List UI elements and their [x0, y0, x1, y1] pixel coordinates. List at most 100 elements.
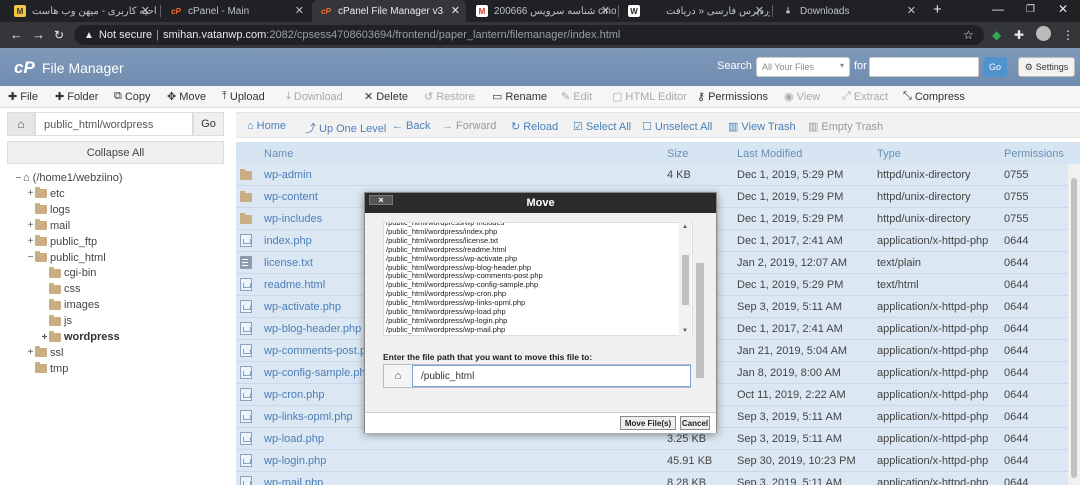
expand-icon[interactable]: + — [26, 220, 35, 231]
expand-icon[interactable]: + — [26, 347, 35, 358]
search-scope-select[interactable]: All Your Files ▾ — [756, 57, 850, 77]
close-icon[interactable]: ✕ — [295, 4, 304, 17]
browser-tab-1[interactable]: M ناحیه کاربری - میهن وب هاست ✕ — [6, 0, 156, 22]
list-scrollbar-thumb[interactable] — [682, 255, 689, 305]
close-window-icon[interactable]: ✕ — [1058, 2, 1068, 16]
cell-name[interactable]: wp-mail.php — [264, 477, 323, 485]
forward-arrow-icon[interactable]: → — [32, 27, 45, 42]
expand-icon[interactable]: + — [40, 332, 49, 343]
move-button[interactable]: ✥ Move — [167, 90, 206, 104]
empty-trash-button[interactable]: ▥ Empty Trash — [808, 120, 883, 133]
restore-button[interactable]: ↺ Restore — [424, 90, 475, 104]
star-icon[interactable]: ☆ — [963, 28, 974, 42]
scroll-down-icon[interactable]: ▼ — [682, 328, 688, 334]
collapse-icon[interactable]: − — [26, 252, 35, 263]
new-folder-button[interactable]: ✚ Folder — [55, 90, 98, 104]
unselect-all-button[interactable]: ☐ Unselect All — [642, 120, 712, 133]
collapse-all-button[interactable]: Collapse All — [7, 141, 224, 164]
tree-node[interactable]: logs — [26, 203, 70, 216]
column-header-size[interactable]: Size — [667, 148, 688, 160]
extension-icon[interactable]: ◆ — [992, 28, 1001, 42]
home-icon[interactable]: ⌂ — [7, 112, 35, 136]
tree-node[interactable]: + etc — [26, 187, 65, 200]
tree-node[interactable]: images — [40, 298, 99, 311]
download-button[interactable]: ⤓ Download — [286, 90, 343, 103]
up-one-level-button[interactable]: ⤴ Up One Level — [305, 120, 386, 136]
table-row[interactable]: wp-login.php 45.91 KB Sep 30, 2019, 10:23 … — [236, 450, 1080, 472]
browser-tab-active[interactable]: cP cPanel File Manager v3 ✕ — [312, 0, 466, 22]
cell-name[interactable]: wp-admin — [264, 169, 312, 181]
cell-name[interactable]: wp-content — [264, 191, 318, 203]
table-row[interactable]: wp-mail.php 8.28 KB Sep 3, 2019, 5:11 AM ap… — [236, 472, 1080, 485]
view-button[interactable]: ◉ View — [784, 90, 820, 104]
cell-name[interactable]: wp-load.php — [264, 433, 324, 445]
tree-node[interactable]: + mail — [26, 219, 70, 232]
upload-button[interactable]: ⤒ Upload — [222, 90, 265, 103]
column-header-name[interactable]: Name — [264, 148, 293, 160]
html-editor-button[interactable]: ▢ HTML Editor — [612, 90, 687, 104]
column-header-type[interactable]: Type — [877, 148, 901, 160]
page-scrollbar-thumb[interactable] — [1071, 178, 1077, 478]
cancel-button[interactable]: Cancel — [680, 416, 710, 430]
browser-tab-6[interactable]: ⤓ Downloads ✕ — [774, 0, 922, 22]
move-files-button[interactable]: Move File(s) — [620, 416, 676, 430]
tree-node[interactable]: + public_ftp — [26, 235, 97, 248]
browser-tab-5[interactable]: W وردپرس فارسی « دریافت ✕ — [620, 0, 770, 22]
tree-node[interactable]: js — [40, 314, 72, 327]
cell-name[interactable]: index.php — [264, 235, 312, 247]
avatar[interactable] — [1036, 26, 1051, 41]
reload-button[interactable]: ↻ Reload — [511, 120, 558, 133]
view-trash-button[interactable]: ▥ View Trash — [728, 120, 796, 133]
minimize-icon[interactable]: — — [992, 2, 1004, 16]
back-button[interactable]: ← Back — [392, 120, 430, 132]
scroll-up-icon[interactable]: ▲ — [682, 224, 688, 230]
cell-name[interactable]: wp-activate.php — [264, 301, 341, 313]
tree-node[interactable]: + wordpress — [40, 330, 120, 343]
browser-tab-2[interactable]: cP cPanel - Main ✕ — [162, 0, 310, 22]
expand-icon[interactable]: + — [26, 236, 35, 247]
destination-path-input[interactable]: /public_html — [412, 365, 691, 387]
close-icon[interactable]: ✕ — [451, 4, 460, 17]
tree-node[interactable]: cgi-bin — [40, 266, 96, 279]
settings-button[interactable]: ⚙ Settings — [1018, 57, 1075, 77]
cell-name[interactable]: wp-comments-post.php — [264, 345, 378, 357]
back-arrow-icon[interactable]: ← — [10, 27, 23, 42]
delete-button[interactable]: ✕ Delete — [364, 90, 408, 104]
extract-button[interactable]: ⤢ Extract — [842, 90, 888, 103]
cell-name[interactable]: readme.html — [264, 279, 325, 291]
tree-node[interactable]: + ssl — [26, 346, 63, 359]
reload-icon[interactable]: ↻ — [54, 28, 64, 42]
tree-node[interactable]: − public_html — [26, 251, 106, 264]
collapse-icon[interactable]: − — [14, 173, 23, 184]
close-icon[interactable]: ✕ — [601, 4, 610, 17]
cell-name[interactable]: wp-links-opml.php — [264, 411, 353, 423]
home-nav-button[interactable]: ⌂ Home — [247, 120, 286, 132]
new-file-button[interactable]: ✚ File — [8, 90, 38, 104]
path-input[interactable]: public_html/wordpress — [35, 112, 193, 136]
cell-name[interactable]: wp-blog-header.php — [264, 323, 361, 335]
copy-button[interactable]: ⧉ Copy — [114, 90, 151, 103]
forward-button[interactable]: → Forward — [442, 120, 496, 132]
close-icon[interactable]: ✕ — [907, 4, 916, 17]
edit-button[interactable]: ✎ Edit — [561, 90, 592, 104]
select-all-button[interactable]: ☑ Select All — [573, 120, 631, 133]
menu-icon[interactable]: ⋮ — [1062, 28, 1074, 42]
permissions-button[interactable]: ⚷ Permissions — [697, 90, 768, 104]
table-row[interactable]: wp-admin 4 KB Dec 1, 2019, 5:29 PM httpd/un… — [236, 164, 1080, 186]
search-go-button[interactable]: Go — [983, 57, 1007, 77]
close-icon[interactable]: ✕ — [141, 4, 150, 17]
compress-button[interactable]: ⤡ Compress — [903, 90, 965, 103]
column-header-permissions[interactable]: Permissions — [1004, 148, 1064, 160]
restore-window-icon[interactable]: ❐ — [1026, 4, 1035, 15]
path-go-button[interactable]: Go — [193, 112, 224, 136]
cell-name[interactable]: wp-includes — [264, 213, 322, 225]
cell-name[interactable]: license.txt — [264, 257, 313, 269]
cell-name[interactable]: wp-config-sample.php — [264, 367, 372, 379]
column-header-modified[interactable]: Last Modified — [737, 148, 802, 160]
puzzle-icon[interactable]: ✚ — [1014, 28, 1024, 42]
cell-name[interactable]: wp-cron.php — [264, 389, 325, 401]
rename-button[interactable]: ▭ Rename — [492, 90, 547, 104]
close-icon[interactable]: × — [369, 195, 393, 205]
tree-node[interactable]: − ⌂ (/home1/webziino) — [14, 172, 123, 184]
tree-node[interactable]: tmp — [26, 362, 68, 375]
